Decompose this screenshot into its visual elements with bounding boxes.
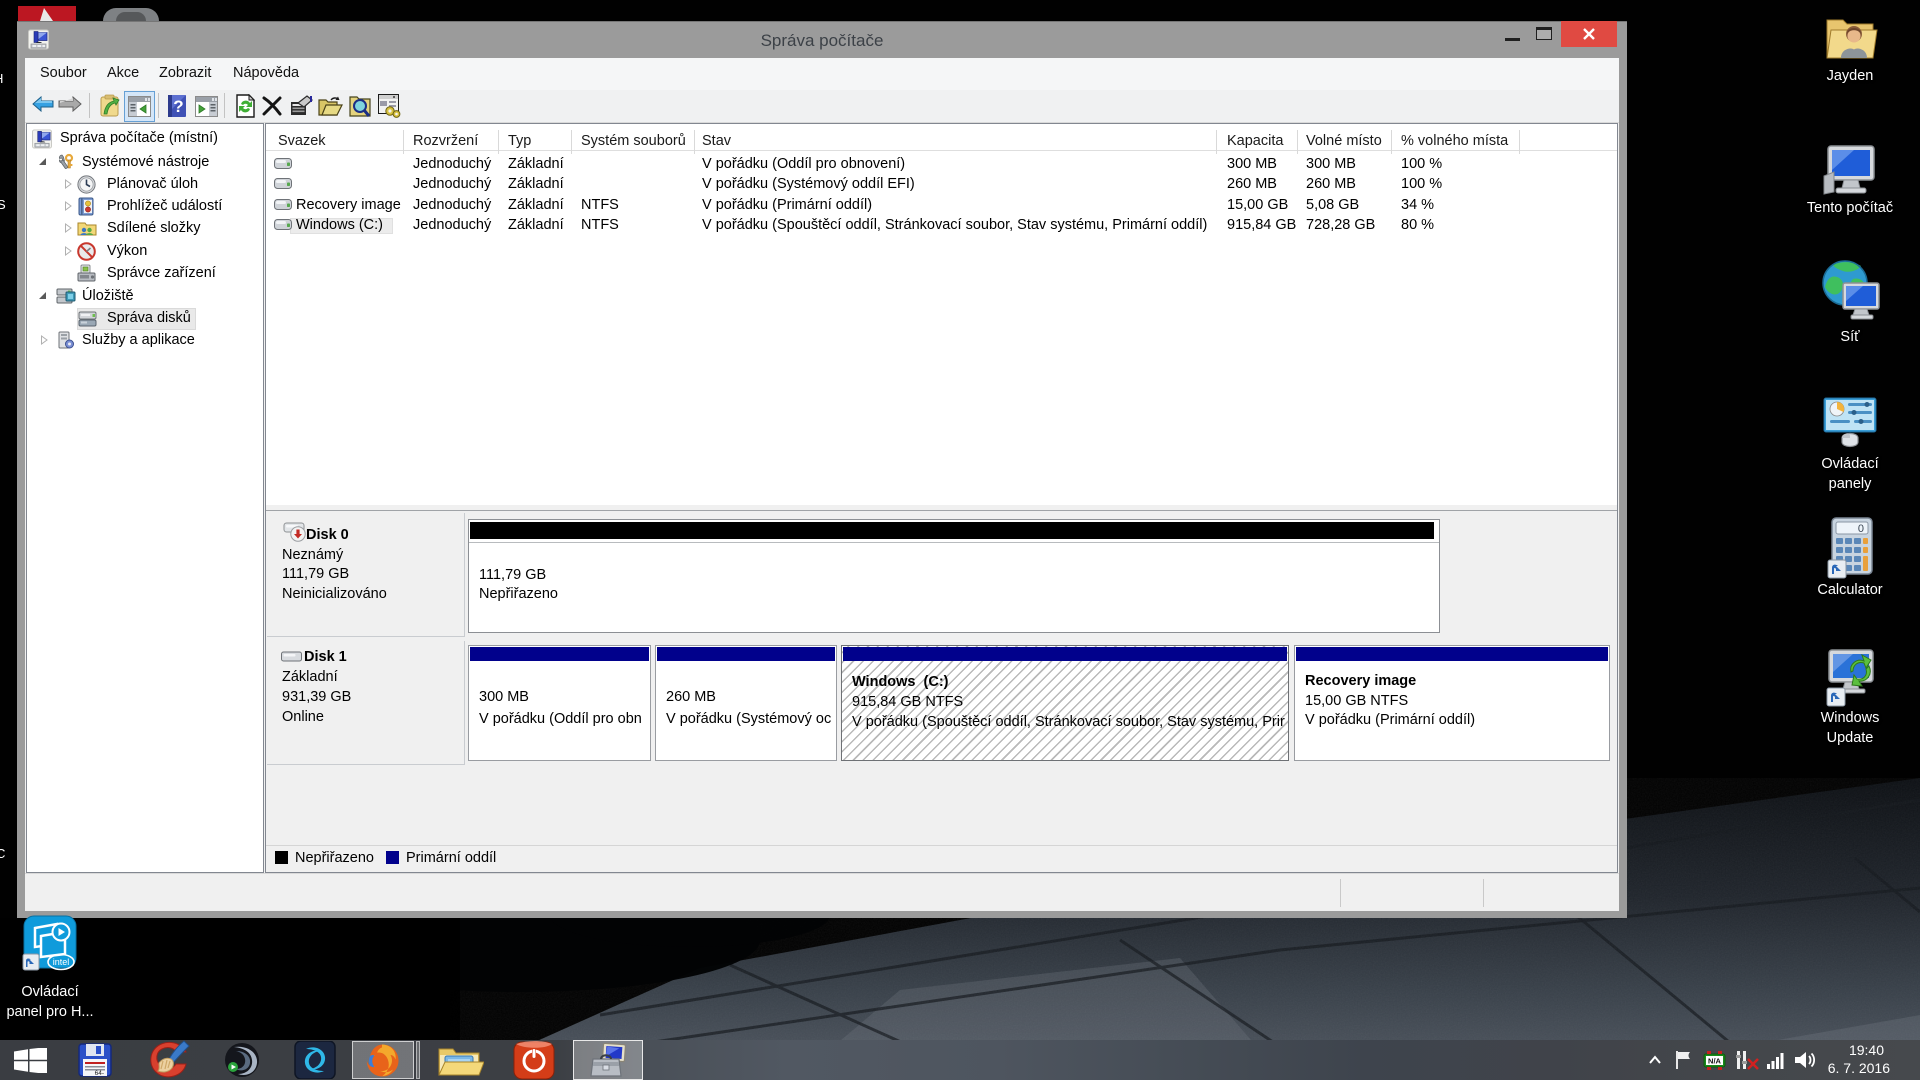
svg-text:intel: intel xyxy=(53,957,70,967)
svg-text:0: 0 xyxy=(1858,523,1864,535)
svg-text:64-: 64- xyxy=(95,1070,104,1077)
svg-text:N/A: N/A xyxy=(1708,1057,1722,1066)
svg-text:?: ? xyxy=(173,97,183,116)
